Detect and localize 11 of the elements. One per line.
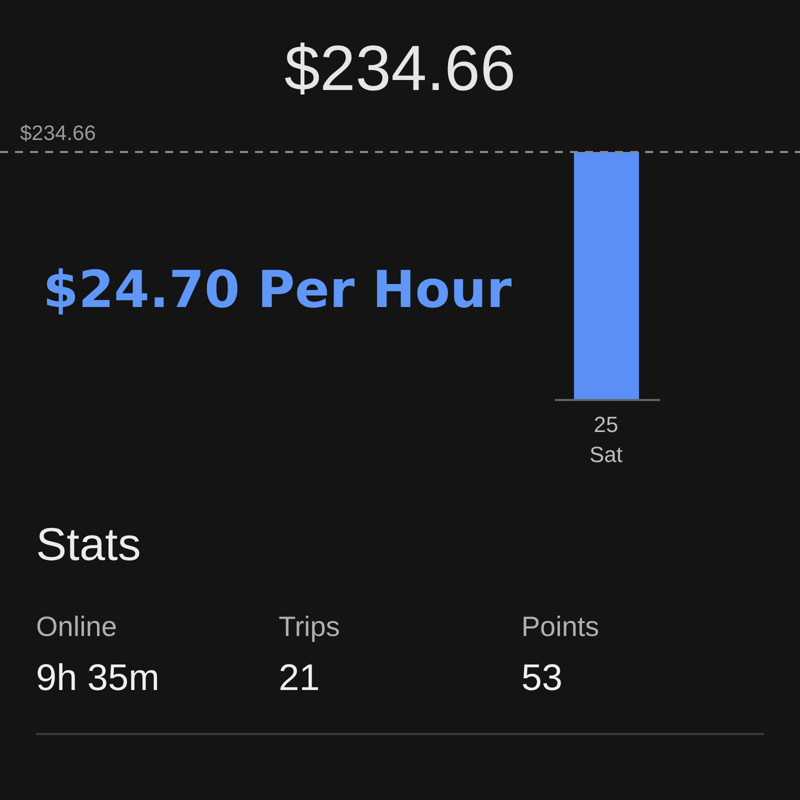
section-heading: Stats bbox=[36, 516, 141, 572]
hourly-rate-caption: $24.70 Per Hour bbox=[43, 265, 512, 316]
total-earnings: $234.66 bbox=[284, 31, 516, 106]
stat-label: Online bbox=[36, 610, 117, 644]
stat-value: 9h 35m bbox=[36, 656, 160, 700]
reference-line-label: $234.66 bbox=[20, 122, 96, 145]
stat-label: Points bbox=[521, 610, 600, 644]
stat-value: 21 bbox=[278, 656, 320, 700]
stat-label: Trips bbox=[278, 610, 340, 644]
stat-value: 53 bbox=[521, 656, 562, 700]
axis-label: 25 Sat bbox=[589, 412, 623, 467]
